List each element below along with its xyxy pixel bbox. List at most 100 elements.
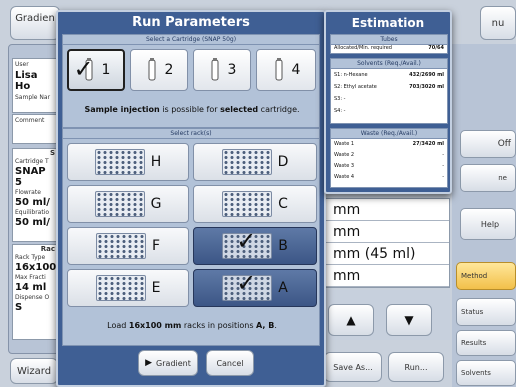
section-s: S [49,149,55,157]
solvent-row: S4: - [331,105,447,117]
load-message: Load 16x100 mm racks in positions A, B. [63,311,321,341]
rack-box: Rac Rack Type 16x100 Max Fracti 14 ml Di… [12,244,58,340]
cartridge-1-button[interactable]: ✓ 1 [67,49,125,91]
waste-value: - [442,163,444,169]
results-button[interactable]: Results [456,330,516,356]
cartridge-number: 4 [291,62,301,78]
tab-menu[interactable]: nu [480,6,516,40]
gradient-button-label: Gradient [156,358,191,368]
wizard-button[interactable]: Wizard [10,358,58,384]
rack-grid-icon [94,191,145,217]
waste-label: Waste 3 [334,163,355,169]
rack-label: H [150,154,162,170]
rack-label: G [150,196,162,212]
cartridge-number: 2 [164,62,174,78]
cartridge-2-button[interactable]: 2 [130,49,188,91]
solvent-value: 432/2690 ml [409,72,444,78]
ne-button[interactable]: ne [460,164,516,192]
list-item[interactable]: mm [325,199,449,221]
rack-d-button[interactable]: D [193,143,317,181]
waste-section: Waste (Req./Avail.) Waste 1 27/3420 ml Wa… [330,128,448,188]
rack-c-button[interactable]: C [193,185,317,223]
injection-mid: is possible for [159,105,221,114]
solvents-header: Solvents (Req./Avail.) [331,59,447,69]
waste-label: Waste 1 [334,141,355,147]
waste-label: Waste 4 [334,174,355,180]
status-button[interactable]: Status [456,298,516,326]
cartridge-icon [275,58,283,81]
load-suffix: . [274,321,277,330]
cartridge-number: 1 [101,62,111,78]
solvent-row: S1: n-Hexane 432/2690 ml [331,69,447,81]
dispense-value[interactable]: S [15,302,55,313]
tab-gradient[interactable]: Gradien [10,6,60,40]
gradient-button[interactable]: ▶ Gradient [138,350,198,376]
solvent-label: S4: - [334,108,346,114]
flowrate-label: Flowrate [15,189,41,196]
tubes-header: Tubes [331,35,447,45]
waste-row: Waste 1 27/3420 ml [331,139,447,150]
cartridge-value[interactable]: SNAP 5 [15,166,55,188]
rack-e-button[interactable]: E [67,269,189,307]
dispense-label: Dispense O [15,294,50,301]
checkmark-icon: ✓ [73,55,94,83]
max-fraction-label: Max Fracti [15,274,46,281]
user-value: Lisa Ho [15,70,38,92]
method-button[interactable]: Method [456,262,516,290]
cartridge-label: Cartridge T [15,158,49,165]
rack-a-button[interactable]: ✓ A [193,269,317,307]
solvent-row: S2: Ethyl acetate 703/3020 ml [331,81,447,93]
rack-grid-icon [95,233,146,259]
off-button[interactable]: Off [460,130,516,158]
run-button[interactable]: Run... [388,352,444,382]
injection-bold: selected [220,105,259,114]
rack-f-button[interactable]: F [67,227,189,265]
rack-section-header: Select rack(s) [63,129,319,139]
solvents-button[interactable]: Solvents [456,360,516,386]
waste-value: - [442,152,444,158]
cancel-button[interactable]: Cancel [206,350,254,376]
tubes-value: 70/64 [428,45,444,51]
scroll-down-button[interactable]: ▼ [386,304,432,336]
help-button[interactable]: Help [460,208,516,240]
play-icon: ▶ [145,358,153,368]
rack-section-title: Rac [40,245,55,253]
max-fraction-value[interactable]: 14 ml [15,282,55,293]
flowrate-value[interactable]: 50 ml/ [15,197,55,208]
rack-type-value[interactable]: 16x100 [15,262,56,273]
list-item[interactable]: mm [325,265,449,287]
equilibration-value[interactable]: 50 ml/ [15,217,55,228]
rack-label: B [278,238,288,254]
equilibration-label: Equilibratio [15,209,50,216]
rack-b-button[interactable]: ✓ B [193,227,317,265]
rack-label: F [151,238,161,254]
waste-label: Waste 2 [334,152,355,158]
cartridge-4-button[interactable]: 4 [256,49,316,91]
solvent-label: S3: - [334,96,346,102]
rack-h-button[interactable]: H [67,143,189,181]
save-as-button[interactable]: Save As... [324,352,382,382]
cartridge-icon [211,58,219,81]
solvent-label: S2: Ethyl acetate [334,84,377,90]
load-mid: racks in positions [181,321,257,330]
solvent-value: 703/3020 ml [409,84,444,90]
rack-grid-icon [222,191,273,217]
waste-value: - [442,174,444,180]
mm-list: mm mm mm (45 ml) mm [324,198,450,288]
user-box: User Lisa Ho Sample Nar [12,58,58,113]
waste-row: Waste 4 - [331,172,447,183]
comment-box[interactable]: Comment [12,114,58,144]
list-item[interactable]: mm [325,221,449,243]
rack-grid-icon: ✓ [222,271,273,301]
cartridge-3-button[interactable]: 3 [193,49,251,91]
tubes-label: Allocated/Min. required [334,45,392,51]
injection-suffix: cartridge. [258,105,300,114]
rack-g-button[interactable]: G [67,185,189,223]
list-item[interactable]: mm (45 ml) [325,243,449,265]
checkmark-icon: ✓ [236,269,257,297]
cartridge-number: 3 [227,62,237,78]
tubes-row: Allocated/Min. required 70/64 [331,45,447,52]
cartridge-section-header: Select a Cartridge (SNAP 50g) [63,35,319,45]
solvent-row: S3: - [331,93,447,105]
scroll-up-button[interactable]: ▲ [328,304,374,336]
